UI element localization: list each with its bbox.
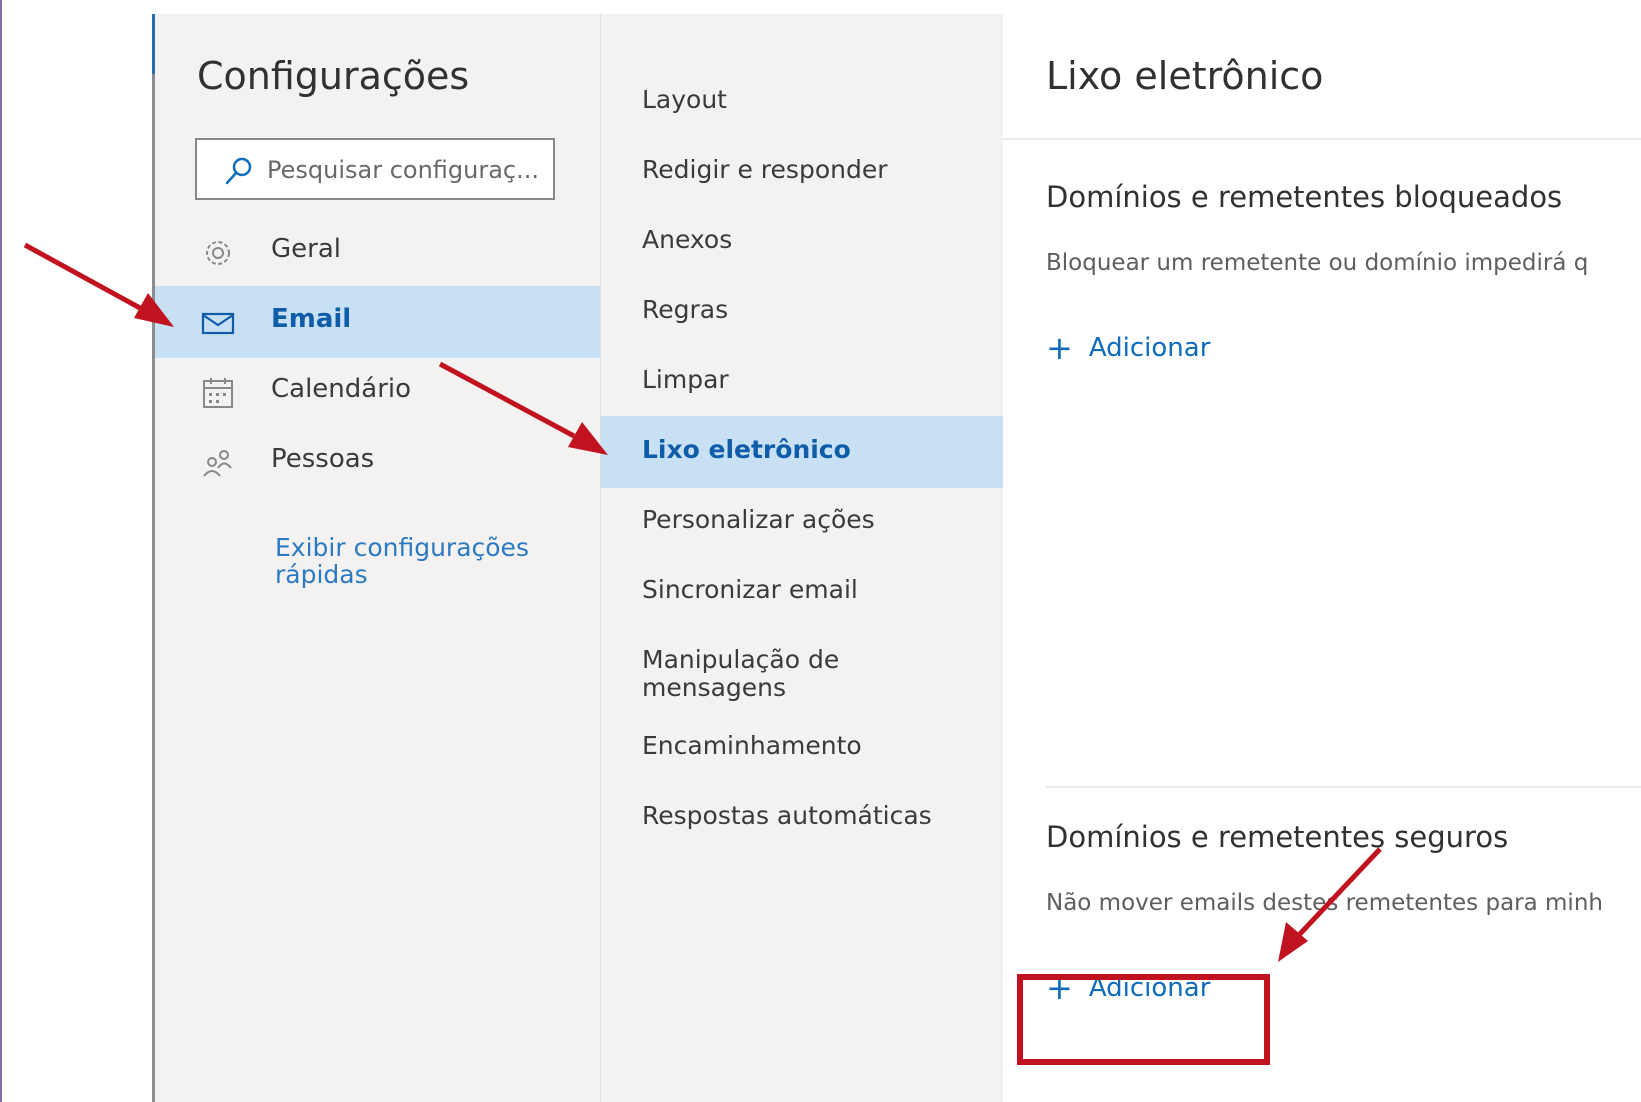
search-input[interactable] xyxy=(267,150,547,190)
search-icon xyxy=(225,157,252,185)
nav-item-pessoas[interactable]: Pessoas xyxy=(155,426,600,498)
nav-item-label: Calendário xyxy=(271,374,412,404)
plus-icon: + xyxy=(1046,969,1073,1007)
page-title: Lixo eletrônico xyxy=(1046,54,1324,98)
frame-divider-accent xyxy=(152,14,155,74)
nav-item-label: Pessoas xyxy=(271,444,375,474)
mail-item-encaminhamento[interactable]: Encaminhamento xyxy=(601,712,1004,784)
nav-item-geral[interactable]: Geral xyxy=(155,216,600,288)
nav-item-email[interactable]: Email xyxy=(155,286,600,358)
add-safe-button[interactable]: + Adicionar xyxy=(1046,968,1210,1008)
mail-item-label: Sincronizar email xyxy=(642,575,858,604)
quick-settings-link[interactable]: Exibir configurações rápidas xyxy=(275,534,545,588)
gear-icon xyxy=(206,241,230,265)
mail-item-limpar[interactable]: Limpar xyxy=(601,346,1004,418)
add-blocked-label: Adicionar xyxy=(1088,333,1211,363)
mail-item-label: Anexos xyxy=(642,225,733,254)
mail-item-manipulacao[interactable]: Manipulação de mensagens xyxy=(601,626,1004,712)
blocked-section-description: Bloquear um remetente ou domínio impedir… xyxy=(1046,250,1589,276)
safe-section-heading: Domínios e remetentes seguros xyxy=(1046,820,1509,854)
frame-divider xyxy=(152,14,155,1102)
mail-item-redigir[interactable]: Redigir e responder xyxy=(601,136,1004,208)
add-safe-label: Adicionar xyxy=(1088,973,1211,1003)
mail-item-respostas[interactable]: Respostas automáticas xyxy=(601,782,1004,854)
mail-item-label: Lixo eletrônico xyxy=(642,435,851,464)
mail-item-label: Encaminhamento xyxy=(642,731,862,760)
mail-item-lixo-eletronico[interactable]: Lixo eletrônico xyxy=(601,416,1004,488)
mail-item-anexos[interactable]: Anexos xyxy=(601,206,1004,278)
mail-item-label: Manipulação de mensagens xyxy=(642,645,840,702)
nav-item-calendario[interactable]: Calendário xyxy=(155,356,600,428)
mail-item-label: Limpar xyxy=(642,365,729,394)
mail-item-label: Redigir e responder xyxy=(642,155,888,184)
title-divider xyxy=(1003,138,1641,140)
settings-nav: Configurações Geral Email xyxy=(155,14,600,1102)
nav-item-label: Email xyxy=(271,304,352,334)
mail-item-layout[interactable]: Layout xyxy=(601,66,1004,138)
add-blocked-button[interactable]: + Adicionar xyxy=(1046,328,1210,368)
calendar-icon xyxy=(203,378,233,408)
blocked-section-heading: Domínios e remetentes bloqueados xyxy=(1046,180,1563,214)
section-divider xyxy=(1046,786,1641,788)
people-icon xyxy=(203,450,232,477)
settings-title: Configurações xyxy=(197,54,470,98)
junk-email-pane: Lixo eletrônico Domínios e remetentes bl… xyxy=(1003,14,1641,1102)
mail-item-label: Regras xyxy=(642,295,729,324)
mail-item-label: Layout xyxy=(642,85,727,114)
plus-icon: + xyxy=(1046,329,1073,367)
mail-item-regras[interactable]: Regras xyxy=(601,276,1004,348)
mail-item-personalizar[interactable]: Personalizar ações xyxy=(601,486,1004,558)
mail-item-sincronizar[interactable]: Sincronizar email xyxy=(601,556,1004,628)
window-edge xyxy=(0,0,2,1102)
mail-item-label: Respostas automáticas xyxy=(642,801,932,830)
mail-item-label: Personalizar ações xyxy=(642,505,875,534)
settings-search[interactable] xyxy=(195,138,555,200)
nav-item-label: Geral xyxy=(271,234,341,264)
mail-settings-list: Layout Redigir e responder Anexos Regras… xyxy=(600,14,1004,1102)
mail-icon xyxy=(201,312,235,335)
safe-section-description: Não mover emails destes remetentes para … xyxy=(1046,890,1603,916)
